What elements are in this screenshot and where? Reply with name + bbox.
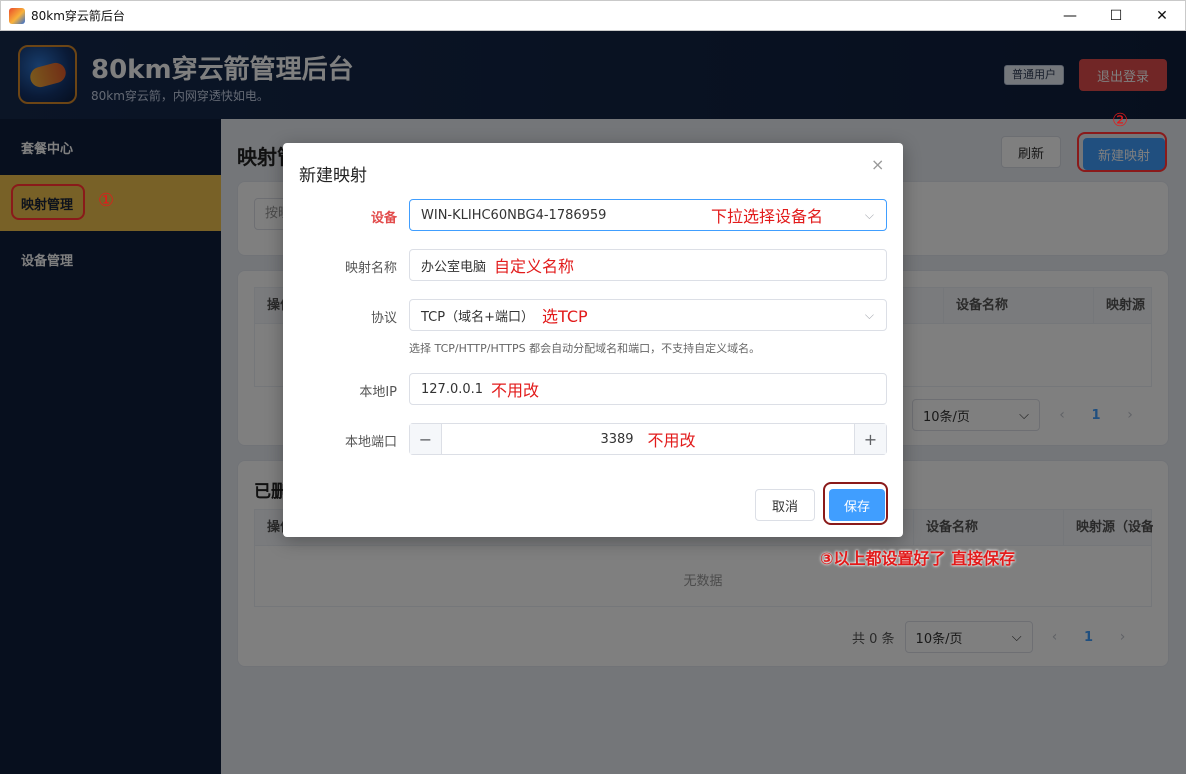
maximize-button[interactable]: ☐ [1093,1,1139,31]
port-value-field[interactable]: 3389 不用改 [442,424,854,454]
port-annotation: 不用改 [647,431,696,450]
ip-annotation: 不用改 [491,381,540,400]
annotation-step1: ① [98,190,115,211]
close-window-button[interactable]: ✕ [1139,1,1185,31]
app-logo-icon [9,7,25,24]
mapping-name-value: 办公室电脑 [421,259,487,275]
protocol-hint: 选择 TCP/HTTP/HTTPS 都会自动分配域名和端口，不支持自定义域名。 [409,342,761,355]
chevron-down-icon: ⌵ [864,208,874,222]
local-ip-input[interactable]: 127.0.0.1 不用改 [409,373,887,405]
window-titlebar: 80km穿云箭后台 — ☐ ✕ [0,0,1186,31]
port-value: 3389 [600,431,634,447]
device-annotation: 下拉选择设备名 [711,207,824,226]
new-mapping-dialog: 新建映射 × 设备 WIN-KLIHC60NBG4-1786959 下拉选择设备… [283,143,903,537]
local-ip-value: 127.0.0.1 [421,381,484,397]
device-label: 设备 [370,211,397,226]
protocol-select[interactable]: TCP（域名+端口） 选TCP ⌵ [409,299,887,331]
close-icon[interactable]: × [871,155,884,174]
device-value: WIN-KLIHC60NBG4-1786959 [421,207,607,223]
annotation-step3: ③以上都设置好了 直接保存 [820,549,1016,568]
decrement-button[interactable]: − [410,424,442,454]
chevron-down-icon: ⌵ [864,308,874,322]
dialog-title: 新建映射 [299,166,367,186]
mapping-name-input[interactable]: 办公室电脑 自定义名称 [409,249,887,281]
local-port-stepper: − 3389 不用改 + [409,423,887,455]
annotation-box-mapping [11,184,85,220]
protocol-annotation: 选TCP [542,307,588,326]
cancel-button[interactable]: 取消 [755,489,815,521]
window-title: 80km穿云箭后台 [31,9,125,23]
minimize-button[interactable]: — [1047,1,1093,31]
device-select[interactable]: WIN-KLIHC60NBG4-1786959 下拉选择设备名 ⌵ [409,199,887,231]
window-controls: — ☐ ✕ [1047,1,1185,31]
annotation-step2: ② [1112,110,1129,131]
name-annotation: 自定义名称 [494,257,575,276]
protocol-value: TCP（域名+端口） [421,309,534,325]
protocol-label: 协议 [370,311,397,326]
port-label: 本地端口 [344,435,397,450]
ip-label: 本地IP [359,385,397,400]
annotation-box-new [1077,132,1167,172]
name-label: 映射名称 [344,261,397,276]
increment-button[interactable]: + [854,424,886,454]
annotation-box-save [823,482,888,525]
